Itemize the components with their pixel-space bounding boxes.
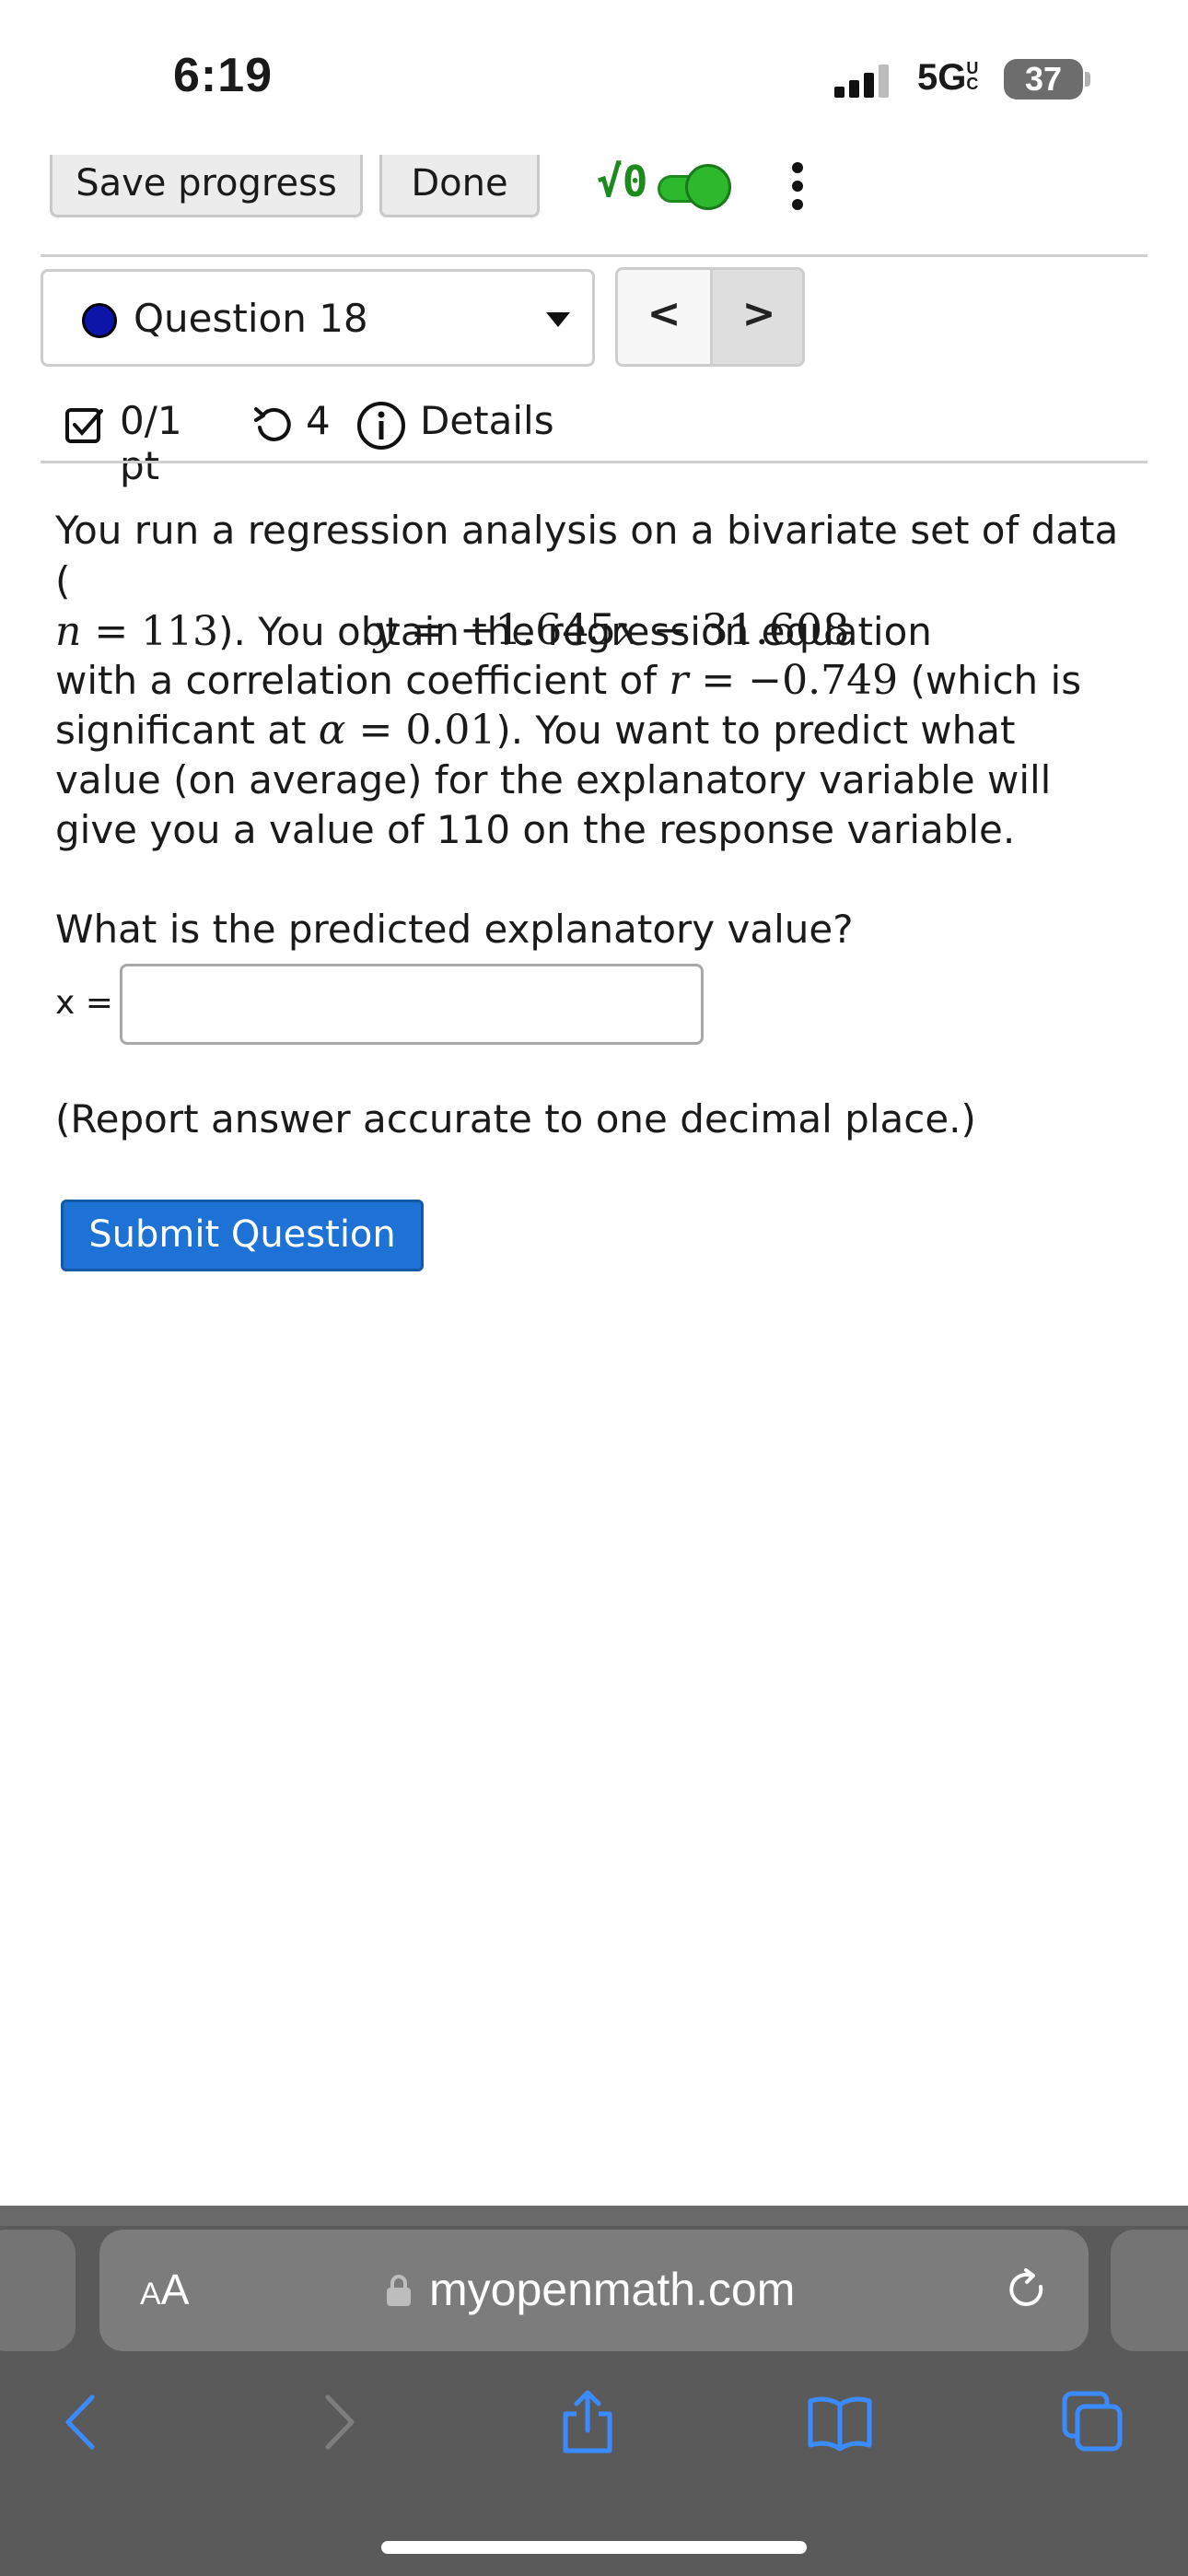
- battery-tip: [1085, 72, 1090, 87]
- math-var-n: n: [55, 608, 82, 655]
- divider: [41, 254, 1147, 257]
- more-options-icon[interactable]: [788, 157, 807, 216]
- regression-equation: y = −1.645x − 31.608: [374, 604, 849, 654]
- answer-label: x =: [55, 984, 113, 1022]
- toggle-knob: [685, 164, 731, 210]
- question-prompt: What is the predicted explanatory value?: [55, 907, 854, 952]
- network-suffix: UC: [966, 59, 979, 93]
- back-icon[interactable]: [57, 2390, 103, 2454]
- submit-question-button[interactable]: Submit Question: [61, 1200, 424, 1271]
- math-value: − 31.608: [638, 604, 850, 654]
- reload-icon[interactable]: [1004, 2266, 1052, 2314]
- question-select-label: Question 18: [134, 296, 368, 341]
- done-button[interactable]: Done: [379, 155, 540, 217]
- problem-text: with a correlation coefficient of: [55, 658, 670, 703]
- text-size-small-a: A: [140, 2277, 161, 2312]
- tries-remaining: 4: [306, 398, 331, 443]
- previous-question-button[interactable]: <: [618, 270, 710, 364]
- question-status-dot-icon: [82, 303, 117, 338]
- url-text: myopenmath.com: [429, 2264, 796, 2315]
- divider: [41, 461, 1147, 463]
- tabs-icon[interactable]: [1061, 2390, 1125, 2454]
- dropdown-caret-icon: [546, 312, 570, 327]
- math-var-alpha: α: [318, 707, 346, 754]
- points-text: 0/1 pt: [120, 398, 182, 488]
- text-size-button[interactable]: AA: [140, 2265, 189, 2314]
- bookmarks-icon[interactable]: [807, 2390, 873, 2454]
- save-progress-button[interactable]: Save progress: [50, 155, 363, 217]
- text-size-big-a: A: [160, 2266, 190, 2313]
- next-tab-preview[interactable]: [1111, 2230, 1188, 2351]
- network-label: 5G: [917, 57, 967, 98]
- problem-text: You run a regression analysis on a bivar…: [55, 508, 1119, 603]
- cellular-signal-icon: [834, 64, 889, 98]
- battery-icon: 37: [1004, 59, 1083, 100]
- math-value: = 113: [81, 608, 219, 655]
- report-instructions: (Report answer accurate to one decimal p…: [55, 1096, 976, 1142]
- question-nav-buttons: < >: [615, 267, 805, 367]
- next-question-button[interactable]: >: [710, 270, 802, 364]
- info-icon[interactable]: [355, 400, 407, 451]
- math-var-x: x: [615, 607, 639, 654]
- forward-icon[interactable]: [317, 2390, 363, 2454]
- lock-icon: [387, 2275, 411, 2306]
- math-value: = 0.01: [345, 707, 496, 754]
- details-link[interactable]: Details: [420, 398, 554, 443]
- math-value: = −1.645: [396, 604, 616, 654]
- math-value: = −0.749: [688, 657, 899, 704]
- question-select[interactable]: Question 18: [41, 269, 595, 367]
- network-indicator: 5GUC: [917, 57, 983, 99]
- math-toggle-label: √0: [597, 157, 648, 206]
- answer-input[interactable]: [120, 964, 704, 1045]
- status-time: 6:19: [173, 49, 274, 102]
- retry-icon: [254, 407, 291, 441]
- home-indicator[interactable]: [381, 2541, 807, 2554]
- share-icon[interactable]: [558, 2390, 617, 2454]
- math-var-y: y: [374, 607, 397, 654]
- browser-toolbar-edge: [0, 2206, 1188, 2226]
- previous-tab-preview[interactable]: [0, 2230, 76, 2351]
- problem-paragraph-2: with a correlation coefficient of r = −0…: [55, 656, 1133, 855]
- math-var-r: r: [669, 657, 689, 704]
- battery-level: 37: [1024, 60, 1063, 98]
- checkbox-score-icon: [65, 408, 103, 443]
